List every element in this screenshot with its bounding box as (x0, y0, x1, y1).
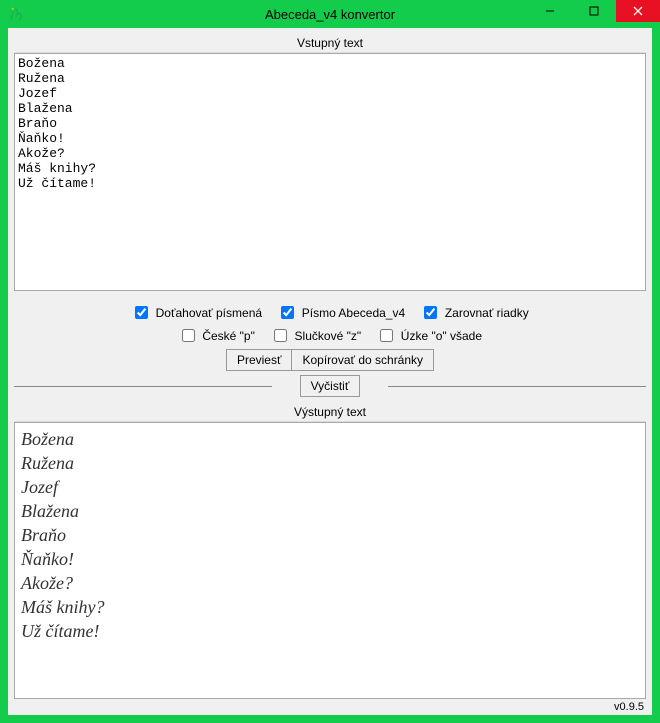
checkbox-label: Písmo Abeceda_v4 (302, 306, 405, 320)
checkbox-zarovnat-input[interactable] (424, 306, 437, 319)
close-button[interactable] (616, 0, 660, 22)
output-container: Božena Ružena Jozef Blažena Braňo Ňaňko!… (14, 422, 646, 699)
clear-button[interactable]: Vyčistiť (300, 375, 361, 397)
checkbox-pismo[interactable]: Písmo Abeceda_v4 (277, 306, 408, 320)
app-window: Abeceda_v4 konvertor Vstupný text Doťaho… (0, 0, 660, 723)
input-group-label: Vstupný text (14, 34, 646, 52)
convert-button[interactable]: Previesť (226, 349, 293, 371)
checkbox-label: Zarovnať riadky (445, 306, 529, 320)
checkbox-ceske-p[interactable]: České "p" (178, 329, 258, 343)
checkbox-dotahovat[interactable]: Doťahovať písmená (131, 306, 265, 320)
options-panel: Doťahovať písmená Písmo Abeceda_v4 Zarov… (8, 291, 652, 403)
input-textarea[interactable] (14, 53, 646, 291)
checkbox-zarovnat[interactable]: Zarovnať riadky (420, 306, 528, 320)
window-controls (528, 0, 660, 22)
output-group-label: Výstupný text (14, 403, 646, 421)
checkbox-pismo-input[interactable] (281, 306, 294, 319)
copy-button[interactable]: Kopírovať do schránky (292, 349, 434, 371)
close-icon (633, 6, 643, 16)
titlebar[interactable]: Abeceda_v4 konvertor (0, 0, 660, 28)
client-area: Vstupný text Doťahovať písmená Písmo Abe… (8, 28, 652, 715)
minimize-icon (545, 6, 555, 16)
checkbox-dotahovat-input[interactable] (135, 306, 148, 319)
checkbox-uzke-o[interactable]: Úzke "o" všade (376, 329, 482, 343)
options-row-2: České "p" Slučkové "z" Úzke "o" všade (8, 326, 652, 345)
maximize-icon (589, 6, 599, 16)
checkbox-label: Doťahovať písmená (156, 306, 262, 320)
output-group: Výstupný text (14, 403, 646, 422)
checkbox-ceske-p-input[interactable] (182, 329, 195, 342)
checkbox-sluckove-z-input[interactable] (274, 329, 287, 342)
app-icon (8, 6, 24, 22)
checkbox-label: Slučkové "z" (295, 329, 362, 343)
button-row-main: PreviesťKopírovať do schránky (8, 349, 652, 371)
checkbox-sluckove-z[interactable]: Slučkové "z" (270, 329, 364, 343)
maximize-button[interactable] (572, 0, 616, 22)
input-group: Vstupný text (14, 34, 646, 53)
button-row-clear: Vyčistiť (8, 375, 652, 397)
checkbox-label: České "p" (202, 329, 255, 343)
version-label: v0.9.5 (8, 699, 652, 715)
output-text: Božena Ružena Jozef Blažena Braňo Ňaňko!… (15, 423, 645, 647)
checkbox-uzke-o-input[interactable] (380, 329, 393, 342)
options-row-1: Doťahovať písmená Písmo Abeceda_v4 Zarov… (8, 303, 652, 322)
minimize-button[interactable] (528, 0, 572, 22)
checkbox-label: Úzke "o" všade (401, 329, 482, 343)
